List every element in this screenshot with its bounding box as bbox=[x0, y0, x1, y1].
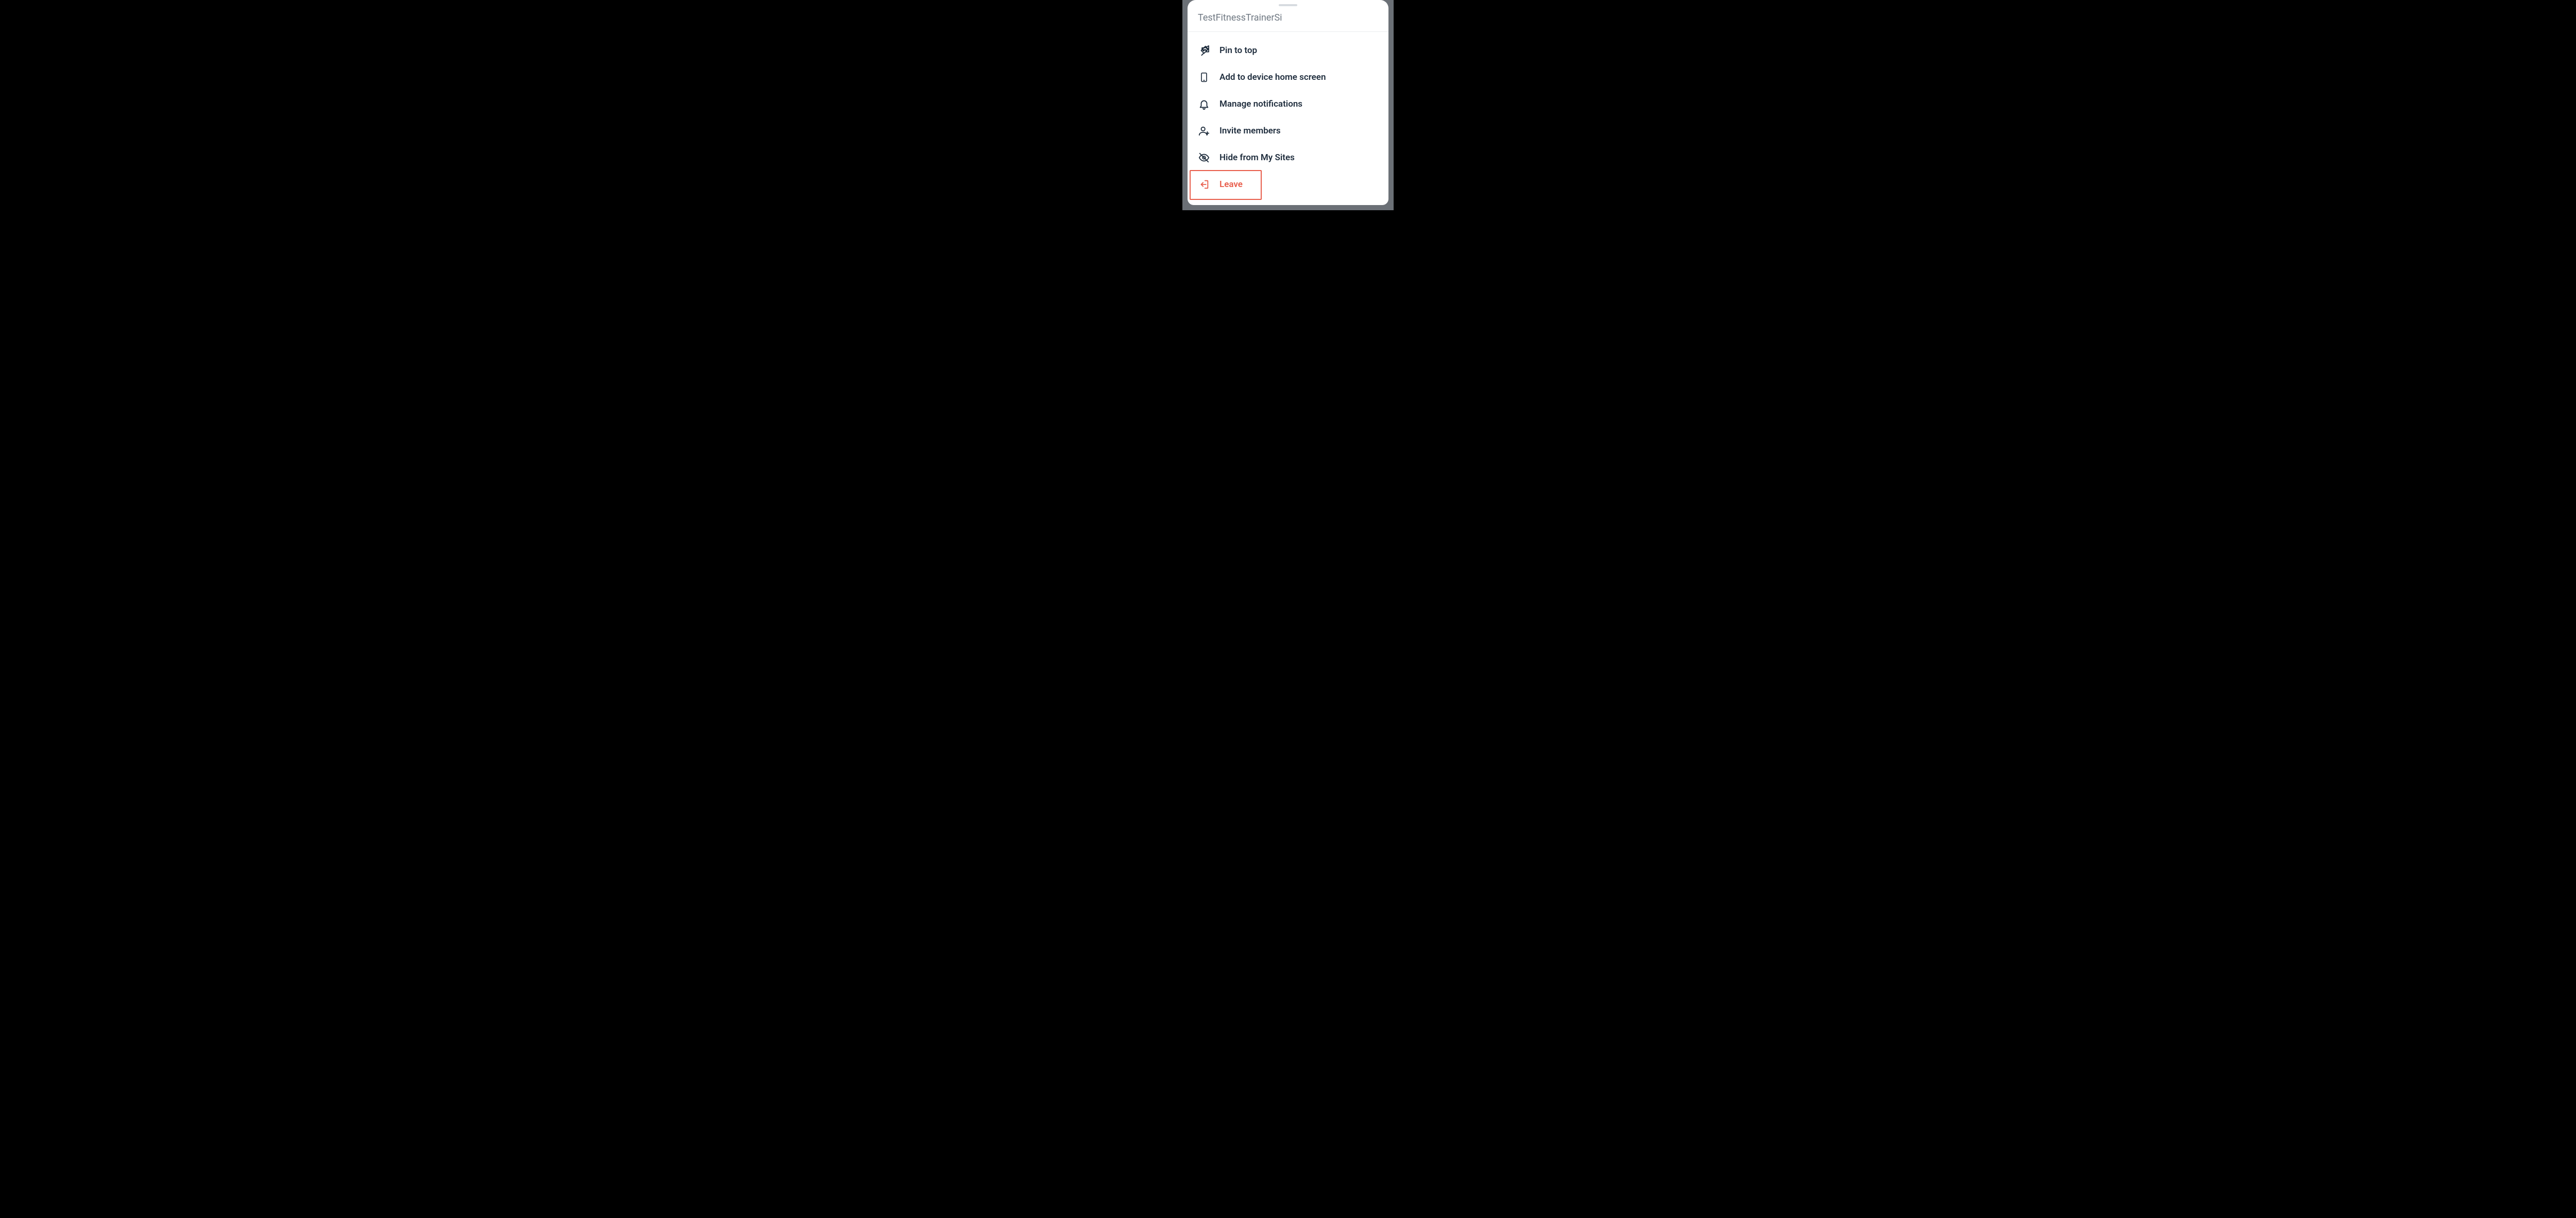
device-icon bbox=[1198, 71, 1210, 83]
drag-handle-area[interactable] bbox=[1188, 0, 1388, 6]
menu-list: Pin to top Add to device home screen bbox=[1188, 32, 1388, 201]
menu-item-label: Leave bbox=[1219, 179, 1243, 190]
pin-icon bbox=[1198, 44, 1210, 57]
menu-item-label: Pin to top bbox=[1219, 45, 1257, 56]
menu-item-label: Invite members bbox=[1219, 126, 1281, 136]
menu-item-hide-from-sites[interactable]: Hide from My Sites bbox=[1188, 144, 1388, 171]
menu-item-invite-members[interactable]: Invite members bbox=[1188, 117, 1388, 144]
menu-item-label: Hide from My Sites bbox=[1219, 153, 1295, 163]
eye-off-icon bbox=[1198, 151, 1210, 164]
menu-item-manage-notifications[interactable]: Manage notifications bbox=[1188, 91, 1388, 117]
invite-icon bbox=[1198, 125, 1210, 137]
menu-item-label: Manage notifications bbox=[1219, 99, 1302, 109]
sheet-header: TestFitnessTrainerSi bbox=[1188, 6, 1388, 32]
menu-item-leave[interactable]: Leave bbox=[1188, 171, 1388, 198]
leave-icon bbox=[1198, 178, 1210, 191]
drag-handle[interactable] bbox=[1279, 4, 1297, 6]
bell-icon bbox=[1198, 98, 1210, 110]
sheet-title: TestFitnessTrainerSi bbox=[1198, 12, 1378, 23]
menu-item-pin-to-top[interactable]: Pin to top bbox=[1188, 37, 1388, 64]
menu-item-add-to-home[interactable]: Add to device home screen bbox=[1188, 64, 1388, 91]
phone-frame: TestFitnessTrainerSi Pin to top bbox=[1182, 0, 1394, 210]
menu-item-label: Add to device home screen bbox=[1219, 72, 1326, 82]
action-sheet: TestFitnessTrainerSi Pin to top bbox=[1188, 0, 1388, 205]
